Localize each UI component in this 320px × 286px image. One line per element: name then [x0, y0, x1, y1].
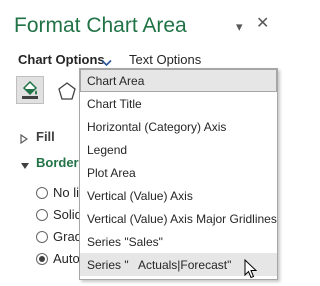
pentagon-effects-icon[interactable] — [58, 82, 76, 105]
menu-item-horizontal-category-axis[interactable]: Horizontal (Category) Axis — [80, 115, 277, 138]
radio-button-selected[interactable] — [36, 253, 48, 265]
close-pane-button[interactable]: ✕ — [256, 16, 269, 32]
pane-title: Format Chart Area — [14, 14, 187, 37]
mouse-cursor-icon — [244, 258, 258, 284]
radio-button[interactable] — [36, 231, 48, 243]
expand-arrow-icon[interactable] — [20, 131, 29, 149]
border-section-header[interactable]: Border — [36, 155, 79, 170]
pane-options-dropdown-icon[interactable]: ▾ — [236, 20, 243, 33]
menu-item-vertical-value-axis-major-gridlines[interactable]: Vertical (Value) Axis Major Gridlines — [80, 207, 277, 230]
fill-section-header[interactable]: Fill — [36, 129, 55, 144]
menu-item-chart-title[interactable]: Chart Title — [80, 92, 277, 115]
format-chart-area-pane: Format Chart Area ▾ ✕ Chart Options Text… — [0, 0, 285, 286]
menu-item-legend[interactable]: Legend — [80, 138, 277, 161]
menu-item-plot-area[interactable]: Plot Area — [80, 161, 277, 184]
radio-button[interactable] — [36, 209, 48, 221]
radio-button[interactable] — [36, 187, 48, 199]
menu-item-chart-area[interactable]: Chart Area — [80, 69, 277, 92]
collapse-arrow-icon[interactable] — [20, 157, 30, 175]
chart-options-tab[interactable]: Chart Options — [18, 52, 105, 67]
paint-bucket-icon[interactable] — [16, 76, 44, 104]
menu-item-vertical-value-axis[interactable]: Vertical (Value) Axis — [80, 184, 277, 207]
chart-element-dropdown-menu: Chart Area Chart Title Horizontal (Categ… — [79, 68, 278, 280]
text-options-tab[interactable]: Text Options — [129, 52, 201, 67]
menu-item-series-sales[interactable]: Series "Sales" — [80, 230, 277, 253]
